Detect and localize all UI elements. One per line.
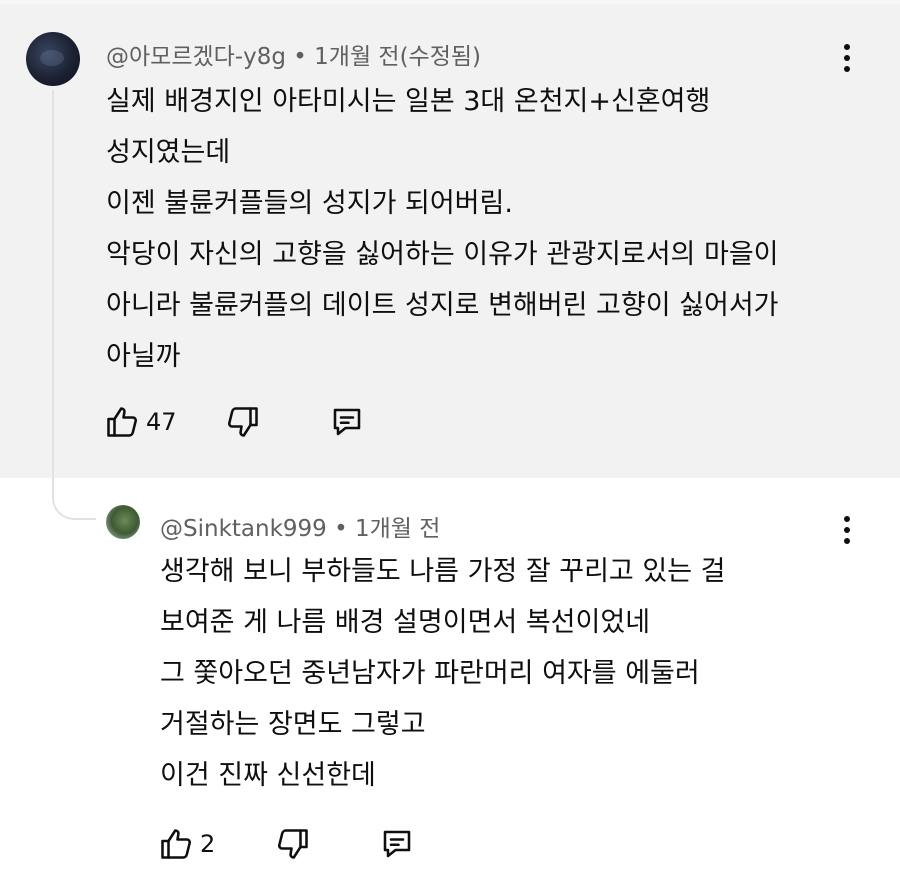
reply-button[interactable] [329, 404, 365, 440]
reply-icon [384, 830, 411, 858]
like-button[interactable]: 47 [104, 404, 177, 440]
comment-line: 아니라 불륜커플의 데이트 성지로 변해버린 고향이 싫어서가 [106, 290, 779, 321]
meta-separator: • [293, 44, 307, 70]
avatar[interactable] [26, 32, 80, 86]
dislike-button[interactable] [225, 404, 261, 440]
dislike-button[interactable] [275, 826, 311, 862]
reply-line: 거절하는 장면도 그렇고 [160, 709, 426, 740]
meta-separator: • [334, 516, 348, 542]
comment-meta: @아모르겠다-y8g • 1개월 전(수정됨) [106, 37, 481, 71]
reply-button[interactable] [379, 826, 415, 862]
reply-actions: 2 [158, 826, 415, 862]
reply-line: 그 쫓아오던 중년남자가 파란머리 여자를 에둘러 [160, 658, 700, 689]
thumbs-up-icon [161, 829, 192, 859]
reply-timestamp[interactable]: 1개월 전 [355, 516, 440, 542]
comment-line: 이젠 불륜커플들의 성지가 되어버림. [106, 188, 513, 219]
reply-author-handle[interactable]: @Sinktank999 [160, 516, 327, 542]
comment-line: 아닐까 [106, 341, 181, 372]
like-count: 2 [200, 830, 216, 858]
comment-actions: 47 [104, 404, 365, 440]
like-count: 47 [146, 408, 177, 436]
thumbs-down-icon [278, 829, 309, 859]
reply-meta: @Sinktank999 • 1개월 전 [160, 509, 440, 543]
reply-line: 보여준 게 나름 배경 설명이면서 복선이었네 [160, 607, 651, 638]
comment-line: 성지였는데 [106, 137, 231, 168]
reply-icon [333, 408, 360, 436]
author-handle[interactable]: @아모르겠다-y8g [106, 44, 286, 70]
thumbs-up-icon [107, 407, 138, 437]
comment-line: 실제 배경지인 아타미시는 일본 3대 온천지+신혼여행 [106, 86, 711, 117]
comment-line: 악당이 자신의 고향을 싫어하는 이유가 관광지로서의 마을이 [106, 239, 779, 270]
reply-avatar[interactable] [106, 505, 140, 539]
reply-line: 이건 진짜 신선한데 [160, 760, 376, 791]
thread-connector [52, 470, 96, 520]
thumbs-down-icon [227, 407, 258, 437]
comment-timestamp[interactable]: 1개월 전(수정됨) [314, 44, 481, 70]
more-vert-icon[interactable] [837, 40, 857, 76]
comment-text: 실제 배경지인 아타미시는 일본 3대 온천지+신혼여행 성지였는데 이젠 불륜… [106, 76, 779, 382]
thread-line [52, 90, 54, 490]
more-vert-icon[interactable] [837, 512, 857, 548]
reply-line: 생각해 보니 부하들도 나름 가정 잘 꾸리고 있는 걸 [160, 556, 726, 587]
like-button[interactable]: 2 [158, 826, 215, 862]
reply-text: 생각해 보니 부하들도 나름 가정 잘 꾸리고 있는 걸 보여준 게 나름 배경… [160, 546, 725, 801]
